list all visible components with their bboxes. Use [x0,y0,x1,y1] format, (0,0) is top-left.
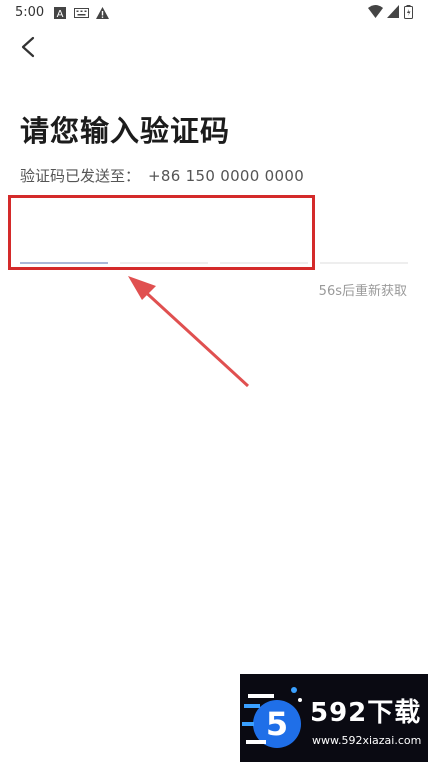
annotation-arrow [128,276,250,388]
watermark-logo: 5 592下载 www.592xiazai.com [240,674,428,762]
watermark-url: www.592xiazai.com [312,734,422,747]
watermark-brand-text: 592下载 [310,698,422,728]
resend-countdown[interactable]: 56s后重新获取 [319,280,407,299]
brand-logo-icon: 5 [242,687,302,748]
svg-text:5: 5 [266,705,288,743]
